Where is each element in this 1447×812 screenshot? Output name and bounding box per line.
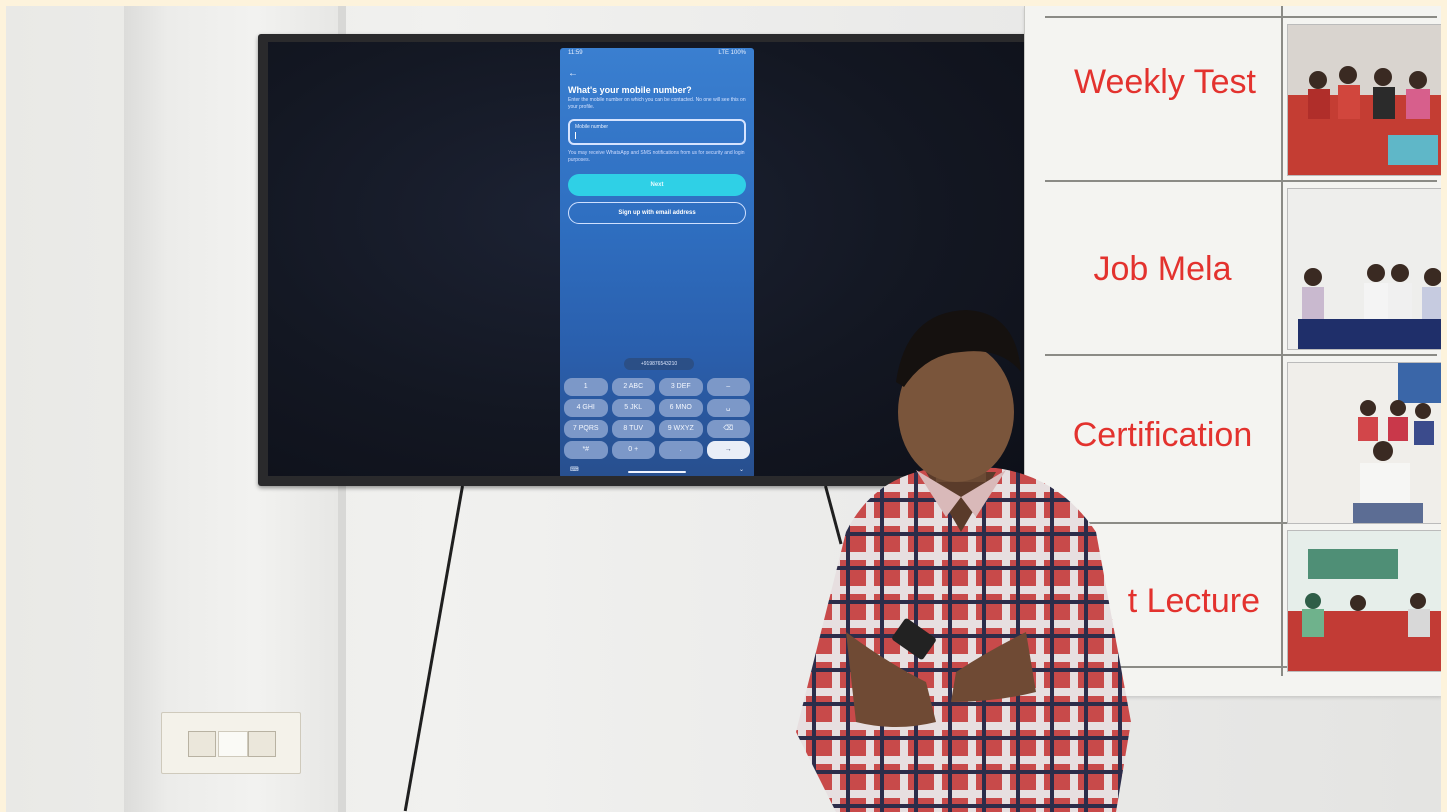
notification-hint: You may receive WhatsApp and SMS notific… bbox=[568, 150, 745, 163]
key-dash[interactable]: – bbox=[706, 378, 750, 396]
board-photo-job-mela bbox=[1287, 188, 1441, 350]
board-photo-guest-lecture bbox=[1287, 530, 1441, 672]
key-0[interactable]: 0 + bbox=[611, 441, 655, 459]
board-row-line bbox=[1045, 180, 1437, 182]
key-period[interactable]: . bbox=[659, 441, 703, 459]
wall-socket bbox=[161, 712, 301, 774]
socket-outlet bbox=[188, 731, 216, 757]
key-3[interactable]: 3 DEF bbox=[659, 378, 703, 396]
key-8[interactable]: 8 TUV bbox=[611, 420, 655, 438]
signup-subtitle: Enter the mobile number on which you can… bbox=[568, 97, 746, 110]
next-button[interactable]: Next bbox=[568, 174, 746, 196]
mirrored-phone-screen: 11:59 LTE 100% ← What's your mobile numb… bbox=[560, 48, 754, 476]
status-icons: LTE 100% bbox=[718, 50, 746, 56]
keyboard-icon[interactable]: ⌨ bbox=[570, 466, 579, 476]
key-6[interactable]: 6 MNO bbox=[659, 399, 703, 417]
board-row-line bbox=[1045, 16, 1437, 18]
key-4[interactable]: 4 GHI bbox=[564, 399, 608, 417]
email-signup-button[interactable]: Sign up with email address bbox=[568, 202, 746, 224]
key-2[interactable]: 2 ABC bbox=[611, 378, 655, 396]
key-symbols[interactable]: *# bbox=[564, 441, 608, 459]
signup-title: What's your mobile number? bbox=[568, 85, 692, 95]
home-indicator bbox=[628, 471, 686, 473]
chevron-down-icon[interactable]: ⌄ bbox=[739, 466, 744, 476]
key-5[interactable]: 5 JKL bbox=[611, 399, 655, 417]
key-backspace[interactable]: ⌫ bbox=[706, 420, 750, 438]
board-photo-certification bbox=[1287, 362, 1441, 524]
board-label-weekly-test: Weekly Test bbox=[1073, 63, 1257, 101]
board-photo-weekly-test bbox=[1287, 24, 1441, 176]
person-with-phone bbox=[786, 302, 1136, 812]
phone-status-bar: 11:59 LTE 100% bbox=[560, 48, 754, 66]
tv-cable bbox=[403, 485, 464, 812]
numeric-keypad: 1 2 ABC 3 DEF – 4 GHI 5 JKL 6 MNO ␣ 7 PQ… bbox=[564, 378, 750, 459]
photo-frame: 11:59 LTE 100% ← What's your mobile numb… bbox=[6, 6, 1441, 812]
key-7[interactable]: 7 PQRS bbox=[564, 420, 608, 438]
key-9[interactable]: 9 WXYZ bbox=[659, 420, 703, 438]
mobile-number-label: Mobile number bbox=[575, 124, 609, 130]
key-1[interactable]: 1 bbox=[564, 378, 608, 396]
board-label-job-mela: Job Mela bbox=[1093, 250, 1232, 288]
board-divider bbox=[1281, 6, 1283, 676]
key-enter[interactable]: → bbox=[706, 441, 750, 459]
key-space[interactable]: ␣ bbox=[706, 399, 750, 417]
back-arrow-icon[interactable]: ← bbox=[560, 66, 754, 81]
status-time: 11:59 bbox=[568, 50, 583, 56]
socket-switch bbox=[218, 731, 248, 757]
number-suggestion-chip[interactable]: +919876543210 bbox=[624, 358, 694, 370]
socket-outlet bbox=[248, 731, 276, 757]
text-cursor bbox=[575, 132, 576, 139]
mobile-number-input[interactable]: Mobile number bbox=[568, 119, 746, 145]
